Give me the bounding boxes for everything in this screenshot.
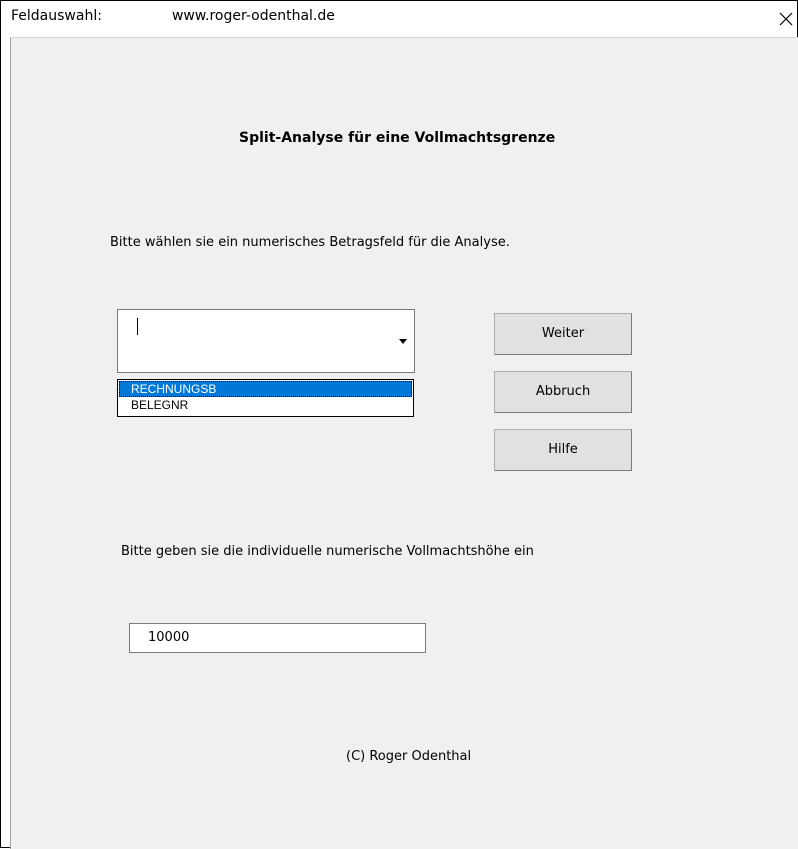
next-button[interactable]: Weiter [494, 313, 632, 355]
dialog-heading: Split-Analyse für eine Vollmachtsgrenze [239, 130, 556, 146]
window-url: www.roger-odenthal.de [171, 8, 335, 24]
close-icon [779, 12, 793, 26]
close-button[interactable] [775, 1, 797, 37]
field-prompt-label: Bitte wählen sie ein numerisches Betrags… [110, 235, 510, 250]
copyright-text: (C) Roger Odenthal [346, 749, 472, 764]
list-item-rechnungsb[interactable]: RECHNUNGSB [119, 381, 412, 397]
dialog-window: Feldauswahl: www.roger-odenthal.de Split-… [0, 0, 798, 849]
field-dropdown-list: RECHNUNGSB BELEGNR [117, 379, 414, 417]
text-caret [137, 318, 138, 335]
combo-dropdown-button[interactable] [392, 310, 414, 372]
dropdown-arrow-icon [399, 339, 407, 344]
dialog-client-area: Split-Analyse für eine Vollmachtsgrenze … [10, 37, 798, 849]
title-bar[interactable]: Feldauswahl: www.roger-odenthal.de [1, 1, 797, 37]
help-button[interactable]: Hilfe [494, 429, 632, 471]
window-title: Feldauswahl: www.roger-odenthal.de [11, 8, 335, 24]
amount-prompt-label: Bitte geben sie die individuelle numeris… [121, 544, 534, 559]
cancel-button[interactable]: Abbruch [494, 371, 632, 413]
field-combobox[interactable] [117, 309, 415, 373]
amount-input[interactable]: 10000 [129, 623, 426, 653]
list-item-belegnr[interactable]: BELEGNR [119, 397, 412, 413]
